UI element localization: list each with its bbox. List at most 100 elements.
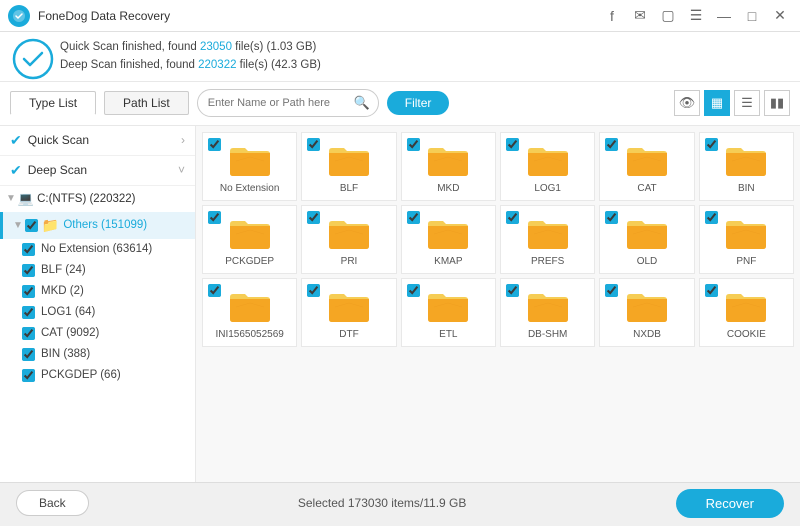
grid-item-checkbox[interactable] [605, 138, 618, 151]
grid-item[interactable]: LOG1 [500, 132, 595, 201]
computer-icon: 💻 [18, 191, 34, 207]
grid-item-checkbox[interactable] [307, 284, 320, 297]
recover-button[interactable]: Recover [676, 489, 784, 518]
grid-item[interactable]: BIN [699, 132, 794, 201]
folder-icon [724, 143, 768, 179]
grid-item[interactable]: DB-SHM [500, 278, 595, 347]
grid-item[interactable]: OLD [599, 205, 694, 274]
sidebar-item-log1[interactable]: LOG1 (64) [0, 302, 195, 323]
back-button[interactable]: Back [16, 490, 89, 516]
grid-item-checkbox[interactable] [407, 138, 420, 151]
grid-item-label: OLD [637, 256, 658, 267]
selection-status: Selected 173030 items/11.9 GB [89, 496, 676, 510]
app-title: FoneDog Data Recovery [38, 9, 600, 23]
sidebar-item-cat[interactable]: CAT (9092) [0, 323, 195, 344]
grid-item-checkbox[interactable] [705, 138, 718, 151]
grid-item[interactable]: INI1565052569 [202, 278, 297, 347]
folder-icon [526, 143, 570, 179]
grid-item-checkbox[interactable] [605, 284, 618, 297]
tab-path-list[interactable]: Path List [104, 91, 189, 115]
grid-item-checkbox[interactable] [407, 211, 420, 224]
folder-icon [526, 216, 570, 252]
view-toggle: 👁 ▦ ☰ ▮▮ [674, 90, 790, 116]
columns-view-btn[interactable]: ▮▮ [764, 90, 790, 116]
cat-checkbox[interactable] [22, 327, 35, 340]
sidebar-item-bin[interactable]: BIN (388) [0, 344, 195, 365]
filter-button[interactable]: Filter [387, 91, 450, 115]
close-icon[interactable]: ✕ [768, 4, 792, 28]
grid-item-label: LOG1 [534, 183, 561, 194]
minimize-icon[interactable]: — [712, 4, 736, 28]
sidebar-item-pckgdep[interactable]: PCKGDEP (66) [0, 365, 195, 386]
grid-item[interactable]: PREFS [500, 205, 595, 274]
search-input[interactable] [197, 89, 379, 117]
folder-icon [327, 143, 371, 179]
deepscan-arrow-icon: ˅ [178, 163, 185, 177]
folder-icon [625, 216, 669, 252]
quickscan-status: Quick Scan finished, found 23050 file(s)… [60, 38, 788, 56]
grid-item-label: INI1565052569 [215, 329, 283, 340]
noext-checkbox[interactable] [22, 243, 35, 256]
message-icon[interactable]: ✉ [628, 4, 652, 28]
others-folder-label: Others (151099) [63, 219, 147, 231]
eye-view-btn[interactable]: 👁 [674, 90, 700, 116]
mkd-checkbox[interactable] [22, 285, 35, 298]
folder-icon [724, 289, 768, 325]
blf-checkbox[interactable] [22, 264, 35, 277]
menu-icon[interactable]: ☰ [684, 4, 708, 28]
pckgdep-label: PCKGDEP (66) [41, 369, 121, 381]
pckgdep-checkbox[interactable] [22, 369, 35, 382]
folder-icon [625, 143, 669, 179]
deepscan-label: Deep Scan [28, 163, 178, 177]
sidebar-item-mkd[interactable]: MKD (2) [0, 281, 195, 302]
grid-item-label: PRI [341, 256, 358, 267]
grid-item-checkbox[interactable] [407, 284, 420, 297]
bin-label: BIN (388) [41, 348, 90, 360]
sidebar-item-blf[interactable]: BLF (24) [0, 260, 195, 281]
grid-item-label: BLF [340, 183, 358, 194]
grid-item-checkbox[interactable] [705, 211, 718, 224]
grid-item[interactable]: MKD [401, 132, 496, 201]
grid-item[interactable]: COOKIE [699, 278, 794, 347]
list-view-btn[interactable]: ☰ [734, 90, 760, 116]
grid-item[interactable]: BLF [301, 132, 396, 201]
others-checkbox[interactable] [25, 219, 38, 232]
grid-item-checkbox[interactable] [307, 211, 320, 224]
maximize-icon[interactable]: □ [740, 4, 764, 28]
grid-item-checkbox[interactable] [506, 211, 519, 224]
grid-item[interactable]: DTF [301, 278, 396, 347]
grid-item-checkbox[interactable] [208, 211, 221, 224]
grid-item[interactable]: No Extension [202, 132, 297, 201]
folder-icon [426, 143, 470, 179]
grid-item[interactable]: PNF [699, 205, 794, 274]
sidebar-item-others[interactable]: ▼ 📁 Others (151099) [0, 212, 195, 239]
grid-item-checkbox[interactable] [208, 138, 221, 151]
main-area: ✔ Quick Scan › ✔ Deep Scan ˅ ▼ 💻 C:(NTFS… [0, 126, 800, 482]
cat-label: CAT (9092) [41, 327, 99, 339]
grid-item[interactable]: CAT [599, 132, 694, 201]
blf-label: BLF (24) [41, 264, 86, 276]
grid-item-checkbox[interactable] [208, 284, 221, 297]
grid-view-btn[interactable]: ▦ [704, 90, 730, 116]
grid-item[interactable]: ETL [401, 278, 496, 347]
grid-item[interactable]: PRI [301, 205, 396, 274]
tab-type-list[interactable]: Type List [10, 91, 96, 115]
grid-item-checkbox[interactable] [506, 138, 519, 151]
grid-item-checkbox[interactable] [307, 138, 320, 151]
grid-item-checkbox[interactable] [506, 284, 519, 297]
sidebar-item-quickscan[interactable]: ✔ Quick Scan › [0, 126, 195, 156]
grid-item[interactable]: PCKGDEP [202, 205, 297, 274]
log1-checkbox[interactable] [22, 306, 35, 319]
save-icon[interactable]: ▢ [656, 4, 680, 28]
sidebar-item-deepscan[interactable]: ✔ Deep Scan ˅ [0, 156, 195, 186]
grid-item-checkbox[interactable] [705, 284, 718, 297]
bin-checkbox[interactable] [22, 348, 35, 361]
grid-item-label: MKD [437, 183, 459, 194]
folder-icon [625, 289, 669, 325]
grid-item-checkbox[interactable] [605, 211, 618, 224]
facebook-icon[interactable]: f [600, 4, 624, 28]
grid-item[interactable]: KMAP [401, 205, 496, 274]
grid-item[interactable]: NXDB [599, 278, 694, 347]
sidebar-item-noext[interactable]: No Extension (63614) [0, 239, 195, 260]
sidebar-item-drive[interactable]: ▼ 💻 C:(NTFS) (220322) [0, 186, 195, 212]
